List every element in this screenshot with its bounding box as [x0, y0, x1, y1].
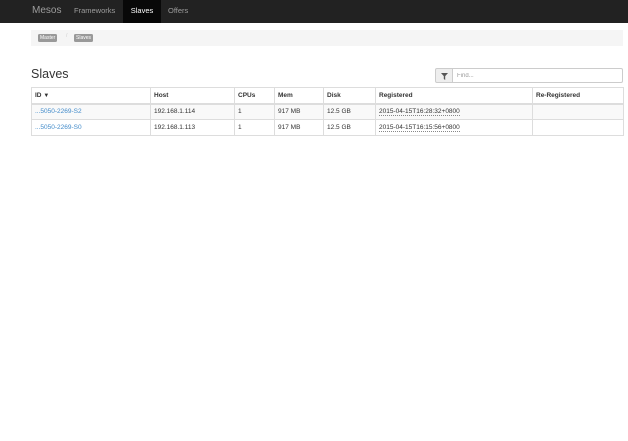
- filter-group: [435, 68, 623, 83]
- cell-registered: 2015-04-15T16:28:32+0800: [375, 103, 533, 120]
- cell-disk: 12.5 GB: [323, 103, 376, 120]
- filter-button[interactable]: [435, 68, 453, 83]
- breadcrumb: Master / Slaves: [31, 30, 623, 46]
- column-header-disk[interactable]: Disk: [323, 87, 376, 105]
- column-header-host[interactable]: Host: [150, 87, 235, 105]
- cell-reregistered: [532, 103, 624, 120]
- nav-slaves[interactable]: Slaves: [123, 0, 161, 23]
- table-header-row: ID ▼ Host CPUs Mem Disk Registered Re-Re…: [31, 87, 624, 105]
- cell-id: ...5050-2269-S0: [31, 119, 151, 136]
- cell-host: 192.168.1.113: [150, 119, 235, 136]
- cell-reregistered: [532, 119, 624, 136]
- cell-cpus: 1: [234, 103, 275, 120]
- registered-timestamp: 2015-04-15T16:15:56+0800: [379, 124, 460, 132]
- brand-logo[interactable]: Mesos: [32, 0, 61, 23]
- cell-cpus: 1: [234, 119, 275, 136]
- cell-id: ...5050-2269-S2: [31, 103, 151, 120]
- slaves-table: ID ▼ Host CPUs Mem Disk Registered Re-Re…: [31, 87, 624, 136]
- column-header-cpus[interactable]: CPUs: [234, 87, 275, 105]
- column-header-id-label: ID: [35, 91, 42, 99]
- registered-timestamp: 2015-04-15T16:28:32+0800: [379, 108, 460, 117]
- table-row: ...5050-2269-S0 192.168.1.113 1 917 MB 1…: [31, 119, 624, 136]
- cell-disk: 12.5 GB: [323, 119, 376, 136]
- filter-icon: [441, 72, 448, 80]
- column-header-reregistered[interactable]: Re-Registered: [532, 87, 624, 105]
- column-header-mem[interactable]: Mem: [274, 87, 324, 105]
- column-header-id[interactable]: ID ▼: [31, 87, 151, 105]
- navbar: Mesos Frameworks Slaves Offers: [0, 0, 628, 23]
- breadcrumb-slaves: Slaves: [74, 34, 94, 42]
- cell-host: 192.168.1.114: [150, 103, 235, 120]
- nav-offers[interactable]: Offers: [168, 0, 188, 23]
- slave-id-link[interactable]: ...5050-2269-S2: [35, 108, 82, 115]
- find-input[interactable]: [453, 68, 623, 83]
- slave-id-link[interactable]: ...5050-2269-S0: [35, 124, 82, 131]
- breadcrumb-master[interactable]: Master: [38, 34, 58, 42]
- cell-mem: 917 MB: [274, 103, 324, 120]
- nav-frameworks[interactable]: Frameworks: [74, 0, 115, 23]
- page-title: Slaves: [31, 67, 69, 81]
- column-header-registered[interactable]: Registered: [375, 87, 533, 105]
- cell-mem: 917 MB: [274, 119, 324, 136]
- cell-registered: 2015-04-15T16:15:56+0800: [375, 119, 533, 136]
- breadcrumb-separator: /: [66, 33, 68, 39]
- sort-desc-icon: ▼: [43, 92, 50, 99]
- table-row: ...5050-2269-S2 192.168.1.114 1 917 MB 1…: [31, 103, 624, 120]
